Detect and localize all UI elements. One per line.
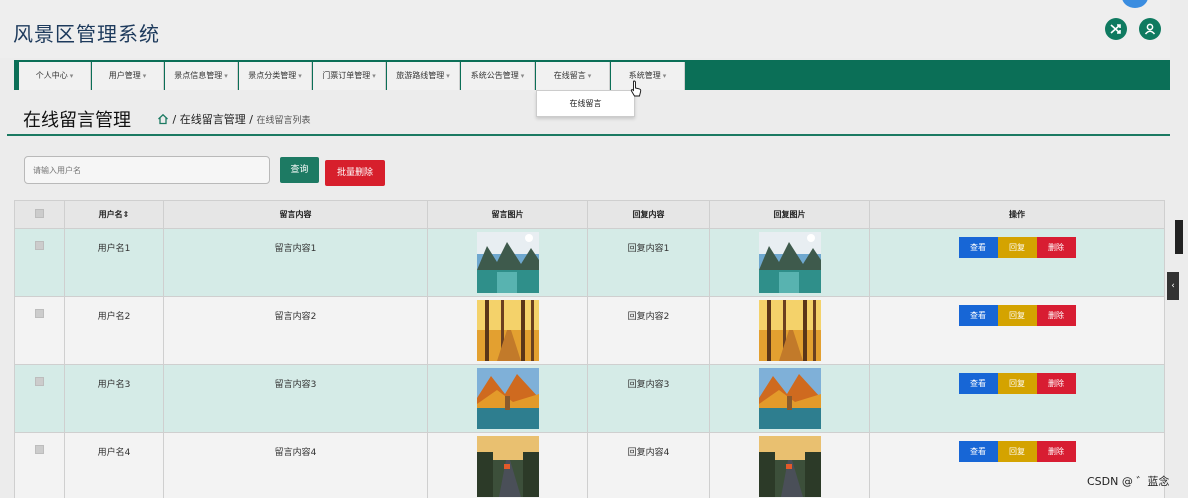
cell-actions: 查看 回复 删除 (869, 296, 1165, 365)
view-button[interactable]: 查看 (958, 441, 998, 462)
table-header-row: 用户名⇕ 留言内容 留言图片 回复内容 回复图片 操作 (14, 200, 1165, 229)
header-image: 留言图片 (427, 200, 588, 229)
row-checkbox[interactable] (14, 228, 65, 297)
cell-message-image (427, 296, 588, 365)
nav-ticket-orders[interactable]: 门票订单管理 ▾ (313, 62, 386, 90)
header-reply: 回复内容 (587, 200, 710, 229)
cell-actions: 查看 回复 删除 (869, 364, 1165, 433)
nav-personal-center[interactable]: 个人中心 ▾ (19, 62, 91, 90)
nav-scenic-category[interactable]: 景点分类管理 ▾ (239, 62, 312, 90)
batch-delete-button[interactable]: 批量删除 (325, 160, 385, 186)
lake-mountain-image[interactable] (758, 232, 821, 293)
autumn-lake-image[interactable] (758, 368, 821, 429)
cell-actions: 查看 回复 删除 (869, 228, 1165, 297)
row-checkbox[interactable] (14, 296, 65, 365)
autumn-lake-image[interactable] (476, 368, 539, 429)
delete-button[interactable]: 删除 (1036, 305, 1076, 326)
select-all-checkbox[interactable] (14, 200, 65, 229)
user-icon[interactable] (1139, 18, 1161, 40)
cell-username: 用户名2 (64, 296, 164, 365)
delete-button[interactable]: 删除 (1036, 373, 1076, 394)
cell-reply-image (709, 296, 870, 365)
page-title: 在线留言管理 (23, 110, 131, 131)
breadcrumb: / 在线留言管理 / 在线留言列表 (157, 111, 310, 127)
breadcrumb-section[interactable]: 在线留言管理 (180, 113, 246, 126)
top-header: 风景区管理系统 (0, 0, 1170, 58)
cell-message-image (427, 432, 588, 498)
watermark: CSDN @ ゛蓝念 (1087, 475, 1170, 488)
cell-content: 留言内容1 (163, 228, 428, 297)
sort-icon[interactable]: ⇕ (123, 210, 130, 219)
page-header: 在线留言管理 / 在线留言管理 / 在线留言列表 (7, 96, 1170, 136)
cell-reply-image (709, 228, 870, 297)
row-checkbox[interactable] (14, 364, 65, 433)
cell-reply-image (709, 432, 870, 498)
nav-travel-routes[interactable]: 旅游路线管理 ▾ (387, 62, 460, 90)
cell-message-image (427, 364, 588, 433)
nav-system-management[interactable]: 系统管理 ▾ (611, 62, 685, 90)
username-search-input[interactable] (24, 156, 270, 184)
cell-reply: 回复内容4 (587, 432, 710, 498)
header-actions: 操作 (869, 200, 1165, 229)
view-button[interactable]: 查看 (958, 373, 998, 394)
delete-button[interactable]: 删除 (1036, 441, 1076, 462)
reply-button[interactable]: 回复 (997, 237, 1037, 258)
table-row: 用户名4 留言内容4 回复内容4 查看 回复 删除 (14, 432, 1165, 498)
view-button[interactable]: 查看 (958, 237, 998, 258)
delete-button[interactable]: 删除 (1036, 237, 1076, 258)
cell-username: 用户名1 (64, 228, 164, 297)
reply-button[interactable]: 回复 (997, 305, 1037, 326)
cell-username: 用户名3 (64, 364, 164, 433)
autumn-forest-image[interactable] (476, 300, 539, 361)
header-content: 留言内容 (163, 200, 428, 229)
shuffle-icon[interactable] (1105, 18, 1127, 40)
cell-content: 留言内容2 (163, 296, 428, 365)
breadcrumb-current: 在线留言列表 (256, 116, 311, 126)
nav-scenic-info[interactable]: 景点信息管理 ▾ (165, 62, 238, 90)
cell-content: 留言内容3 (163, 364, 428, 433)
header-username[interactable]: 用户名⇕ (64, 200, 164, 229)
cell-reply: 回复内容1 (587, 228, 710, 297)
road-sunset-image[interactable] (758, 436, 821, 497)
cell-username: 用户名4 (64, 432, 164, 498)
nav-user-management[interactable]: 用户管理 ▾ (92, 62, 164, 90)
app-title: 风景区管理系统 (13, 22, 160, 46)
side-edge-bar (1175, 220, 1183, 254)
home-icon[interactable] (157, 113, 169, 125)
row-checkbox[interactable] (14, 432, 65, 498)
view-button[interactable]: 查看 (958, 305, 998, 326)
nav-announcements[interactable]: 系统公告管理 ▾ (461, 62, 535, 90)
road-sunset-image[interactable] (476, 436, 539, 497)
header-reply-image: 回复图片 (709, 200, 870, 229)
nav-online-messages[interactable]: 在线留言 ▾ (536, 62, 610, 90)
query-button[interactable]: 查询 (280, 157, 319, 183)
table-row: 用户名2 留言内容2 回复内容2 查看 回复 删除 (14, 296, 1165, 365)
table-row: 用户名3 留言内容3 回复内容3 查看 回复 删除 (14, 364, 1165, 433)
message-table: 用户名⇕ 留言内容 留言图片 回复内容 回复图片 操作 用户名1 留言内容1 回… (14, 200, 1165, 498)
chevron-left-icon[interactable]: ‹ (1167, 272, 1179, 300)
autumn-forest-image[interactable] (758, 300, 821, 361)
main-nav: 个人中心 ▾ 用户管理 ▾ 景点信息管理 ▾ 景点分类管理 ▾ 门票订单管理 ▾ 旅游路线… (14, 60, 1170, 90)
reply-button[interactable]: 回复 (997, 441, 1037, 462)
cell-reply: 回复内容3 (587, 364, 710, 433)
lake-mountain-image[interactable] (476, 232, 539, 293)
reply-button[interactable]: 回复 (997, 373, 1037, 394)
cell-reply-image (709, 364, 870, 433)
table-row: 用户名1 留言内容1 回复内容1 查看 回复 删除 (14, 228, 1165, 297)
cell-reply: 回复内容2 (587, 296, 710, 365)
cell-message-image (427, 228, 588, 297)
cell-content: 留言内容4 (163, 432, 428, 498)
